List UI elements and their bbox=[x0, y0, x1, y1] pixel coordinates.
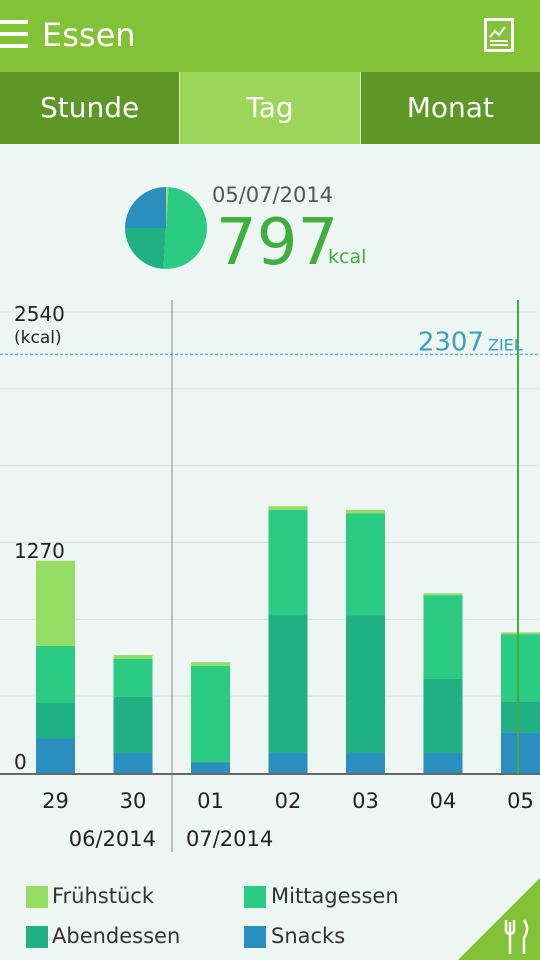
bar-segment[interactable] bbox=[113, 655, 153, 659]
y-top-label: 2540 bbox=[14, 302, 65, 326]
bar-segment[interactable] bbox=[501, 632, 540, 635]
bar-segment[interactable] bbox=[113, 753, 153, 773]
summary-unit: kcal bbox=[328, 246, 367, 268]
y-zero-label: 0 bbox=[14, 750, 27, 774]
legend-swatch-mittagessen bbox=[244, 886, 266, 908]
bar-segment[interactable] bbox=[36, 645, 75, 703]
app-title: Essen bbox=[42, 16, 136, 54]
bar-segment[interactable] bbox=[501, 634, 540, 702]
bar-segment[interactable] bbox=[113, 658, 153, 697]
tab-stunde[interactable]: Stunde bbox=[0, 72, 179, 144]
daily-pie-chart bbox=[125, 187, 207, 269]
y-mid-label: 1270 bbox=[14, 539, 65, 563]
x-tick-label: 01 bbox=[197, 789, 224, 813]
pie-slice bbox=[125, 187, 166, 228]
tab-monat[interactable]: Monat bbox=[361, 72, 540, 144]
x-tick-label: 29 bbox=[42, 789, 69, 813]
bar-segment[interactable] bbox=[191, 665, 230, 763]
add-food-button[interactable] bbox=[458, 878, 540, 960]
x-tick-label: 02 bbox=[275, 789, 302, 813]
pie-slice bbox=[125, 228, 166, 269]
bar-segment[interactable] bbox=[268, 509, 308, 616]
stacked-bar-chart[interactable]: 2307 ZIEL 2540 (kcal) 1270 0 29 30 01 02 03 0… bbox=[0, 295, 540, 865]
goal-label: ZIEL bbox=[488, 335, 523, 354]
bar-segment[interactable] bbox=[268, 615, 308, 754]
bar-segment[interactable] bbox=[36, 702, 75, 739]
bar-segment[interactable] bbox=[113, 696, 153, 754]
legend-label-snacks: Snacks bbox=[271, 924, 346, 948]
period-tabs: Stunde Tag Monat bbox=[0, 72, 540, 144]
legend-label-fruehstueck: Frühstück bbox=[52, 884, 154, 908]
hamburger-menu-icon[interactable] bbox=[0, 20, 28, 50]
x-tick-label: 03 bbox=[352, 789, 379, 813]
goal-value: 2307 bbox=[418, 327, 484, 357]
bar-segment[interactable] bbox=[501, 732, 540, 773]
pie-slice bbox=[163, 187, 207, 269]
x-tick-label: 05 bbox=[507, 789, 534, 813]
bar-segment[interactable] bbox=[36, 738, 75, 773]
bar-segment[interactable] bbox=[346, 753, 385, 773]
bar-segment[interactable] bbox=[423, 595, 463, 679]
month-label-prev: 06/2014 bbox=[69, 827, 156, 851]
bar-segment[interactable] bbox=[501, 701, 540, 733]
x-tick-label: 04 bbox=[430, 789, 457, 813]
y-top-unit: (kcal) bbox=[14, 328, 62, 348]
tab-tag[interactable]: Tag bbox=[179, 72, 361, 144]
bar-segment[interactable] bbox=[191, 662, 230, 666]
bar-segment[interactable] bbox=[268, 753, 308, 773]
bar-segment[interactable] bbox=[423, 678, 463, 754]
legend-swatch-abendessen bbox=[26, 926, 48, 948]
chart-report-icon[interactable] bbox=[484, 18, 514, 52]
bar-segment[interactable] bbox=[423, 593, 463, 596]
month-label-current: 07/2014 bbox=[186, 827, 273, 851]
legend-swatch-snacks bbox=[244, 926, 266, 948]
bar-segment[interactable] bbox=[346, 615, 385, 754]
bar-segment[interactable] bbox=[346, 509, 385, 514]
app-bar: Essen bbox=[0, 0, 540, 72]
bar-segment[interactable] bbox=[423, 753, 463, 773]
bar-segment[interactable] bbox=[191, 762, 230, 773]
summary-date: 05/07/2014 bbox=[212, 183, 334, 207]
legend-swatch-fruehstueck bbox=[26, 886, 48, 908]
legend-label-mittagessen: Mittagessen bbox=[271, 884, 399, 908]
bars bbox=[36, 506, 540, 773]
bar-segment[interactable] bbox=[36, 560, 75, 646]
bar-segment[interactable] bbox=[268, 506, 308, 510]
legend-label-abendessen: Abendessen bbox=[52, 924, 181, 948]
x-tick-label: 30 bbox=[120, 789, 147, 813]
bar-segment[interactable] bbox=[346, 513, 385, 616]
summary-value: 797 bbox=[216, 206, 339, 280]
x-labels: 29 30 01 02 03 04 05 bbox=[42, 789, 534, 813]
